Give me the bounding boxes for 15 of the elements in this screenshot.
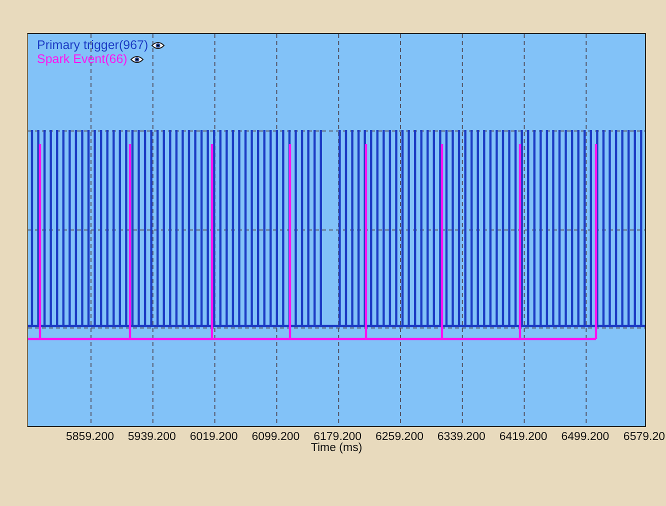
axis-tick-label: 6419.200 (499, 431, 548, 443)
legend-label: Primary trigger(967) (37, 38, 148, 52)
legend-label: Spark Event(66) (37, 52, 128, 66)
axis-tick-label: 6179.200 (314, 431, 362, 443)
eye-icon[interactable] (151, 40, 166, 50)
axis-tick-label: 6579.20 (623, 431, 665, 443)
axis-tick-label: 6499.200 (561, 431, 610, 443)
axis-tick-label: 5859.200 (66, 431, 114, 443)
axis-title: Time (ms) (310, 442, 362, 454)
axis-tick-label: 6019.200 (190, 431, 238, 443)
axis-tick-label: 6339.200 (437, 431, 486, 443)
axis-tick-label: 6259.200 (376, 431, 424, 443)
eye-icon[interactable] (130, 54, 144, 64)
axis-tick-label: 5939.200 (128, 431, 176, 443)
axis-tick-label: 6099.200 (252, 431, 300, 443)
